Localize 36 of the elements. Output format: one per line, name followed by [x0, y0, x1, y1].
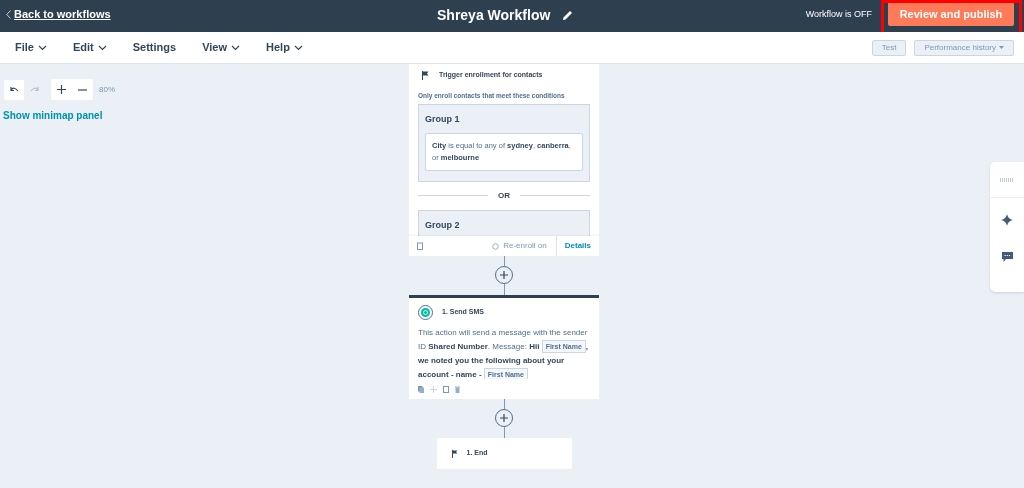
move-icon [430, 385, 437, 393]
menu-item[interactable]: Edit [72, 39, 107, 56]
back-link[interactable]: Back to workflows [6, 6, 111, 23]
flag-icon [451, 449, 458, 458]
workflow-title: Shreya Workflow [437, 6, 551, 25]
undo-icon [9, 86, 19, 93]
add-step-button[interactable] [495, 266, 513, 284]
plus-icon [57, 85, 66, 94]
clipboard-icon [443, 385, 449, 393]
menu-item[interactable]: Settings [132, 39, 177, 56]
plus-icon [500, 271, 508, 279]
pencil-icon [562, 10, 574, 21]
plus-icon [500, 414, 508, 422]
or-separator: OR [498, 189, 510, 202]
chevron-left-icon [6, 9, 11, 19]
message-icon [418, 305, 433, 320]
sparkle-icon [1001, 214, 1013, 226]
menu-item[interactable]: File [15, 39, 47, 56]
clipboard-icon [417, 242, 423, 250]
status-text: Workflow is OFF [805, 8, 872, 21]
minus-icon [78, 88, 87, 91]
zoom-level: 80% [99, 83, 115, 96]
redo-icon [29, 86, 39, 93]
group-title: Group 1 [425, 113, 461, 127]
chat-icon [1001, 252, 1013, 262]
refresh-icon [492, 242, 500, 250]
menu-item[interactable]: Help [266, 39, 303, 56]
trash-icon [455, 385, 460, 393]
flag-icon [422, 70, 429, 80]
copy-icon [418, 385, 424, 393]
details-link[interactable]: Details [555, 236, 599, 256]
menu-item[interactable]: View [202, 39, 240, 56]
add-step-button[interactable] [495, 409, 513, 427]
reenroll-status: Re-enroll on [503, 240, 547, 252]
group-title: Group 2 [425, 218, 461, 232]
grid-dots-icon [1000, 177, 1014, 182]
